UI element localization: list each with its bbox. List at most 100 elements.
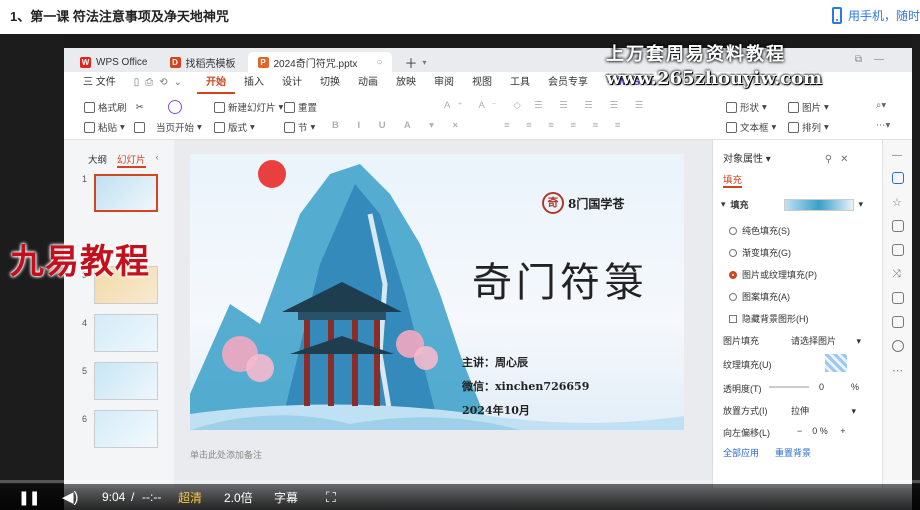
play-icon[interactable]: [168, 100, 182, 114]
textbox-button[interactable]: 文本框 ▾: [726, 120, 776, 134]
picture-fill-select[interactable]: 请选择图片 ▾: [791, 334, 861, 347]
paragraph-buttons[interactable]: ☰ ☰ ☰ ☰ ☰: [534, 100, 650, 111]
close-icon[interactable]: ✕: [840, 154, 848, 165]
tab-slides[interactable]: 幻灯片: [117, 152, 146, 168]
align-buttons[interactable]: ≡ ≡ ≡ ≡ ≡ ≡: [504, 120, 627, 131]
video-player[interactable]: W WPS Office D 找稻壳模板 P 2024奇门符咒.pptx ○ ＋…: [0, 34, 920, 510]
pptx-file-icon: P: [257, 56, 269, 68]
menu-tools[interactable]: 工具: [501, 72, 539, 94]
menu-animation[interactable]: 动画: [349, 72, 387, 94]
slide-canvas[interactable]: 奇 8门国学苍 奇门符箓 主讲：周心辰 微信：xinchen726659 202…: [190, 154, 684, 430]
more-icon[interactable]: ⋯▾: [876, 120, 890, 131]
slide-thumbnail-1[interactable]: [94, 174, 158, 212]
layout-label: 版式: [228, 123, 248, 134]
font-size-buttons[interactable]: A⁺ A⁻ ◇: [444, 100, 528, 111]
layout-button[interactable]: 版式 ▾: [214, 120, 255, 134]
slide-thumbnail-5[interactable]: [94, 362, 158, 400]
window-tab-templates[interactable]: D 找稻壳模板: [160, 52, 246, 72]
scissors-icon[interactable]: ✂: [136, 102, 144, 113]
volume-icon[interactable]: ◀): [62, 488, 79, 506]
speed-button[interactable]: 2.0倍: [224, 489, 253, 506]
copy-icon[interactable]: [133, 121, 145, 133]
tab-close-icon[interactable]: ○: [376, 57, 382, 68]
props-tab-fill[interactable]: 填充: [723, 172, 743, 188]
apply-all-button[interactable]: 全部应用: [723, 446, 759, 459]
book-icon[interactable]: [892, 292, 904, 304]
properties-icon[interactable]: [892, 172, 904, 184]
arrange-icon: [788, 121, 799, 133]
menu-home[interactable]: 开始: [197, 72, 236, 94]
subtitle-button[interactable]: 字幕: [274, 489, 298, 506]
quick-access-icons[interactable]: ▯⎙⟲⌄: [125, 72, 197, 94]
menu-transition[interactable]: 切换: [311, 72, 349, 94]
slide-speaker[interactable]: 主讲：周心辰: [462, 354, 528, 370]
collapse-icon[interactable]: ‹: [156, 152, 159, 168]
pin-icon[interactable]: ⚲: [825, 154, 832, 165]
fill-option-label: 渐变填充(G): [742, 248, 791, 258]
chevron-down-icon: ▾: [765, 154, 771, 165]
notes-placeholder[interactable]: 单击此处添加备注: [190, 448, 262, 461]
chevron-down-icon: ▾: [721, 199, 726, 209]
mobile-link[interactable]: 用手机，随时: [831, 0, 920, 30]
quality-button[interactable]: 超清: [178, 489, 202, 506]
pause-icon[interactable]: ❚❚: [18, 489, 40, 506]
fill-option-picture[interactable]: 图片或纹理填充(P): [729, 268, 817, 281]
fill-preview[interactable]: [783, 198, 854, 211]
fill-section[interactable]: ▾ 填充 ▾: [721, 198, 863, 211]
slide-wechat[interactable]: 微信：xinchen726659: [462, 378, 589, 394]
search-icon[interactable]: ⌕▾: [876, 100, 886, 111]
fill-section-label: 填充: [730, 200, 749, 210]
window-tab-pptx[interactable]: P 2024奇门符咒.pptx ○: [247, 52, 393, 72]
menu-member[interactable]: 会员专享: [539, 72, 597, 94]
new-slide-button[interactable]: 新建幻灯片 ▾: [214, 100, 283, 114]
hide-bg-checkbox[interactable]: 隐藏背景图形(H): [729, 312, 809, 325]
font-style-buttons[interactable]: B I U A ▾ ×: [332, 120, 466, 131]
slide-thumbnail-6[interactable]: [94, 410, 158, 448]
shuffle-icon[interactable]: ⤨: [892, 268, 904, 280]
copy-icon[interactable]: [892, 220, 904, 232]
help-icon[interactable]: [892, 340, 904, 352]
reset-button[interactable]: 重置: [284, 100, 317, 114]
menu-design[interactable]: 设计: [273, 72, 311, 94]
menu-file[interactable]: 三 文件: [74, 72, 125, 94]
transparency-value[interactable]: 0: [819, 382, 824, 392]
menu-review[interactable]: 审阅: [425, 72, 463, 94]
menu-slideshow[interactable]: 放映: [387, 72, 425, 94]
fill-option-pattern[interactable]: 图案填充(A): [729, 290, 790, 303]
layers-icon[interactable]: [892, 316, 904, 328]
window-controls[interactable]: ⧉—: [855, 54, 896, 65]
fill-option-solid[interactable]: 纯色填充(S): [729, 224, 790, 237]
video-progress-bar[interactable]: [0, 480, 920, 483]
fullscreen-icon[interactable]: ⛶: [326, 489, 336, 506]
texture-swatch[interactable]: [825, 354, 847, 372]
offset-stepper[interactable]: − 0 % +: [797, 426, 846, 436]
menu-insert[interactable]: 插入: [235, 72, 273, 94]
transparency-slider[interactable]: [769, 386, 809, 388]
menu-view[interactable]: 视图: [463, 72, 501, 94]
image-icon[interactable]: [892, 244, 904, 256]
slide-title[interactable]: 奇门符箓: [472, 250, 648, 308]
arrange-button[interactable]: 排列 ▾: [788, 120, 829, 134]
minimize-icon[interactable]: —: [892, 150, 904, 162]
tab-outline[interactable]: 大纲: [88, 152, 107, 168]
fill-option-gradient[interactable]: 渐变填充(G): [729, 246, 791, 259]
chevron-down-icon: ▾: [851, 406, 857, 416]
shape-button[interactable]: 形状 ▾: [726, 100, 767, 114]
section-button[interactable]: 节 ▾: [284, 120, 315, 134]
paste-button[interactable]: 粘贴 ▾: [84, 120, 145, 134]
window-tab-wps[interactable]: W WPS Office: [70, 52, 158, 72]
picture-icon: [788, 101, 799, 113]
new-tab-button[interactable]: ＋ ▾: [394, 52, 436, 72]
checkbox-icon: [729, 314, 737, 323]
more-icon[interactable]: ⋯: [892, 364, 904, 377]
reset-background-button[interactable]: 重置背景: [775, 446, 811, 459]
play-from-current-button[interactable]: 当页开始 ▾: [156, 120, 202, 135]
star-icon[interactable]: ☆: [892, 196, 904, 209]
watermark-url: www.265zhouyiw.com: [606, 68, 823, 89]
picture-button[interactable]: 图片 ▾: [788, 100, 829, 114]
slide-thumbnail-4[interactable]: [94, 314, 158, 352]
video-letterbox-right: [912, 34, 920, 510]
slide-date[interactable]: 2024年10月: [462, 402, 530, 418]
placement-select[interactable]: 拉伸 ▾: [791, 404, 856, 417]
format-painter-button[interactable]: 格式刷 ✂: [84, 100, 143, 114]
